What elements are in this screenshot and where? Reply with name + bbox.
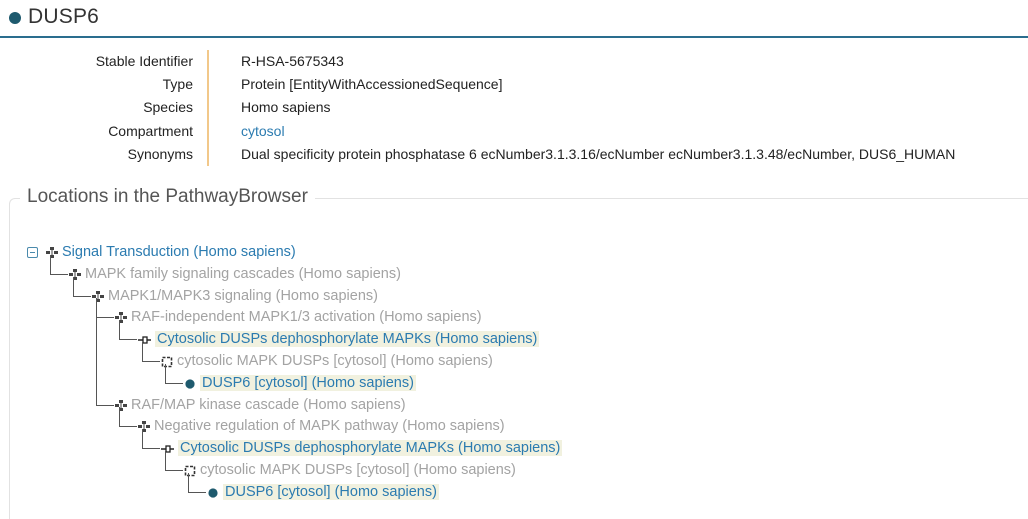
tree-node-label[interactable]: MAPK family signaling cascades (Homo sap… <box>85 266 401 282</box>
detail-key: Compartment <box>108 123 193 139</box>
detail-key: Synonyms <box>127 146 193 162</box>
detail-row-type: Type Protein [EntityWithAccessionedSeque… <box>0 73 1028 96</box>
tree-connector <box>96 385 114 406</box>
tree-connector <box>165 363 183 384</box>
tree-node-label[interactable]: cytosolic MAPK DUSPs [cytosol] (Homo sap… <box>200 462 516 478</box>
tree-node-label[interactable]: Cytosolic DUSPs dephosphorylate MAPKs (H… <box>178 440 563 457</box>
detail-row-stable-identifier: Stable Identifier R-HSA-5675343 <box>0 50 1028 73</box>
tree-connector <box>50 254 68 275</box>
tree-node-label[interactable]: RAF-independent MAPK1/3 activation (Homo… <box>131 309 482 325</box>
protein-icon <box>9 12 21 24</box>
tree-connector <box>188 472 206 493</box>
tree-node-label[interactable]: DUSP6 [cytosol] (Homo sapiens) <box>223 483 439 500</box>
tree-connector <box>142 342 160 362</box>
protein-icon <box>184 378 196 389</box>
detail-key: Species <box>143 99 193 115</box>
tree-connector <box>142 429 160 450</box>
tree-node-label[interactable]: cytosolic MAPK DUSPs [cytosol] (Homo sap… <box>177 353 493 369</box>
detail-row-synonyms: Synonyms Dual specificity protein phosph… <box>0 143 1028 166</box>
tree-connector <box>119 407 137 428</box>
tree-node-label[interactable]: Negative regulation of MAPK pathway (Hom… <box>154 418 505 434</box>
tree-node-label[interactable]: Cytosolic DUSPs dephosphorylate MAPKs (H… <box>155 331 540 348</box>
detail-value: Dual specificity protein phosphatase 6 e… <box>241 146 956 162</box>
detail-key: Type <box>162 76 193 92</box>
tree-connector <box>96 298 114 319</box>
locations-legend: Locations in the PathwayBrowser <box>20 186 315 208</box>
tree-node-label[interactable]: Signal Transduction (Homo sapiens) <box>62 244 296 260</box>
tree-connector <box>96 301 97 395</box>
page-header: DUSP6 <box>0 0 1028 38</box>
page-title: DUSP6 <box>28 5 100 28</box>
tree-connector <box>165 451 183 471</box>
protein-icon <box>207 487 219 498</box>
tree-connector <box>119 320 137 341</box>
tree-node-label[interactable]: MAPK1/MAPK3 signaling (Homo sapiens) <box>108 288 378 304</box>
tree-node-label[interactable]: DUSP6 [cytosol] (Homo sapiens) <box>200 374 416 391</box>
detail-value: R-HSA-5675343 <box>241 53 344 69</box>
detail-row-species: Species Homo sapiens <box>0 96 1028 119</box>
compartment-link[interactable]: cytosol <box>241 123 285 139</box>
detail-key: Stable Identifier <box>95 53 193 69</box>
detail-value: Protein [EntityWithAccessionedSequence] <box>241 76 503 92</box>
tree-connector <box>73 276 91 297</box>
tree-node-label[interactable]: RAF/MAP kinase cascade (Homo sapiens) <box>131 397 406 413</box>
collapse-toggle-icon[interactable] <box>27 247 38 258</box>
detail-value: Homo sapiens <box>241 99 331 115</box>
detail-row-compartment: Compartment cytosol <box>0 120 1028 143</box>
